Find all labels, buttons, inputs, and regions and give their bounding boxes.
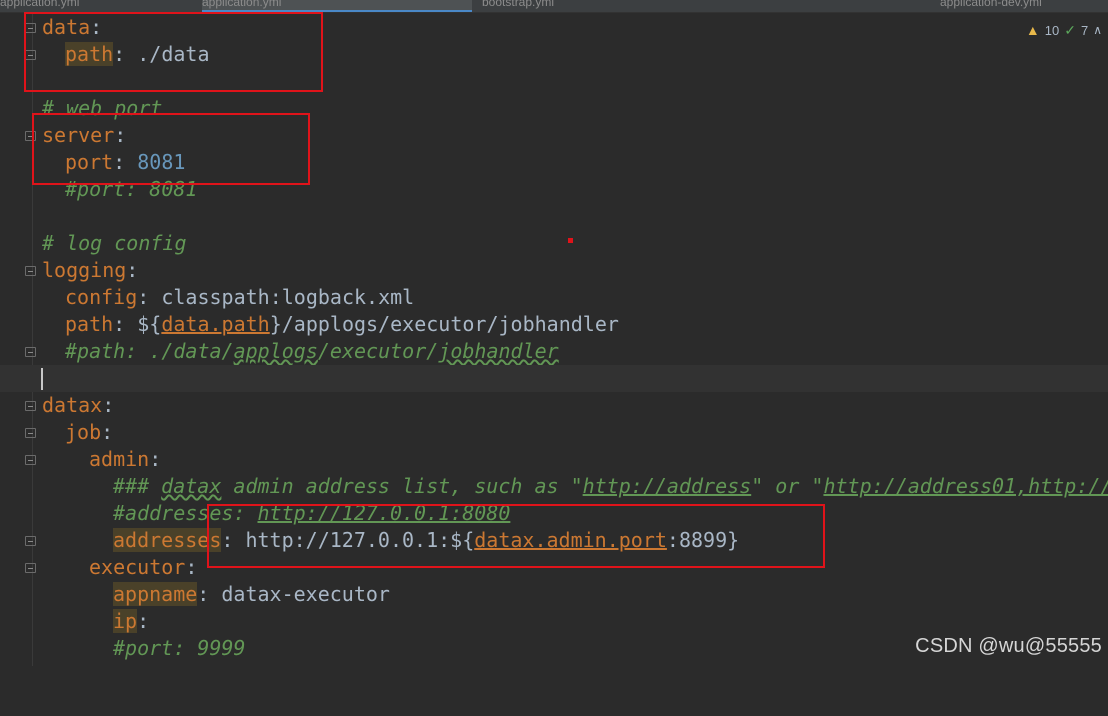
code-text: : xyxy=(185,555,198,579)
code-text: : classpath:logback.xml xyxy=(137,285,415,309)
yaml-comment: ### xyxy=(113,474,162,498)
fold-icon[interactable] xyxy=(25,401,36,411)
comment-link[interactable]: http://address xyxy=(583,474,752,498)
code-line: # log config xyxy=(0,230,1108,257)
comment-link[interactable]: http://address01,http:// xyxy=(823,474,1108,498)
yaml-key: job xyxy=(65,420,102,444)
property-reference[interactable]: data.path xyxy=(161,312,269,336)
code-line: datax: xyxy=(0,392,1108,419)
editor-tab[interactable]: application-dev.yml xyxy=(940,0,1108,12)
code-line: logging: xyxy=(0,257,1108,284)
code-text: : xyxy=(149,447,162,471)
fold-icon[interactable] xyxy=(25,266,36,276)
fold-icon[interactable] xyxy=(25,563,36,573)
editor-tab-active[interactable]: application.yml xyxy=(202,0,472,12)
code-text: }/applogs/executor/jobhandler xyxy=(269,312,619,336)
yaml-key: appname xyxy=(113,582,198,606)
fold-icon[interactable] xyxy=(25,536,36,546)
editor-tab[interactable]: bootstrap.yml xyxy=(482,0,922,12)
code-line: job: xyxy=(0,419,1108,446)
editor-tab[interactable]: application.yml xyxy=(0,0,196,12)
yaml-key: config xyxy=(65,285,138,309)
yaml-comment: # log config xyxy=(42,231,187,255)
yaml-key: datax xyxy=(42,393,103,417)
code-line: admin: xyxy=(0,446,1108,473)
code-text: : datax-executor xyxy=(197,582,390,606)
fold-icon[interactable] xyxy=(25,428,36,438)
annotation-box-server-port xyxy=(32,113,310,185)
yaml-comment: datax xyxy=(161,474,222,498)
code-line: #path: ./data/applogs/executor/jobhandle… xyxy=(0,338,1108,365)
tab-label: bootstrap.yml xyxy=(482,0,555,9)
code-text: : xyxy=(101,420,114,444)
yaml-comment: /executor/ xyxy=(317,339,439,363)
yaml-key: addresses xyxy=(113,528,222,552)
tab-label: application-dev.yml xyxy=(940,0,1042,9)
code-line: config: classpath:logback.xml xyxy=(0,284,1108,311)
yaml-key: executor xyxy=(89,555,186,579)
code-line: ip: xyxy=(0,608,1108,635)
code-line: ### datax admin address list, such as "h… xyxy=(0,473,1108,500)
yaml-comment: #path: ./data/ xyxy=(65,339,234,363)
tab-label: application.yml xyxy=(202,0,282,9)
annotation-box-addresses xyxy=(207,504,825,568)
code-text: : xyxy=(126,258,139,282)
code-line: appname: datax-executor xyxy=(0,581,1108,608)
fold-icon[interactable] xyxy=(25,347,36,357)
yaml-comment: jobhandler xyxy=(438,339,559,363)
annotation-box-data-path xyxy=(24,12,323,92)
code-text: : ${ xyxy=(113,312,162,336)
watermark: CSDN @wu@55555 xyxy=(915,635,1102,657)
tab-label: application.yml xyxy=(0,0,80,9)
text-caret xyxy=(41,368,43,390)
yaml-comment: admin address list, such as " xyxy=(221,474,583,498)
code-line-current xyxy=(0,365,1108,392)
yaml-key: logging xyxy=(42,258,127,282)
annotation-dot xyxy=(568,238,573,243)
code-line: path: ${data.path}/applogs/executor/jobh… xyxy=(0,311,1108,338)
yaml-key: path xyxy=(65,312,114,336)
yaml-comment: applogs xyxy=(233,339,318,363)
yaml-key: ip xyxy=(113,609,138,633)
code-text: : xyxy=(102,393,115,417)
yaml-comment: " or " xyxy=(751,474,824,498)
code-text: : xyxy=(137,609,150,633)
fold-icon[interactable] xyxy=(25,455,36,465)
yaml-key: admin xyxy=(89,447,150,471)
yaml-comment: #port: 9999 xyxy=(113,636,246,660)
